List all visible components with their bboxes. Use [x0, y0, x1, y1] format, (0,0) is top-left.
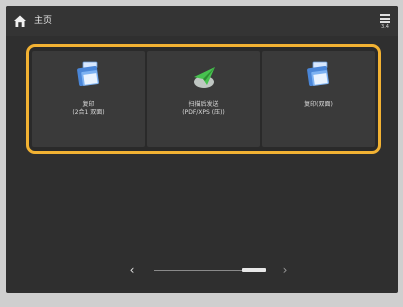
tile-label: 复印(双面): [304, 101, 333, 108]
chevron-right-icon[interactable]: ›: [279, 263, 291, 277]
copy-icon: [306, 61, 329, 87]
touch-screen: 主页 3.4 复印 (2合1 双面) 扫描后发送 (PDF/XPS (压)) 复…: [6, 6, 398, 293]
menu-button[interactable]: 3.4: [378, 12, 392, 32]
copy-icon: [76, 61, 99, 87]
shortcut-tiles: 复印 (2合1 双面) 扫描后发送 (PDF/XPS (压)) 复印(双面): [32, 51, 375, 147]
tile-copy-duplex[interactable]: 复印(双面): [262, 51, 375, 147]
menu-label: 3.4: [381, 24, 389, 30]
chevron-left-icon[interactable]: ‹: [126, 263, 138, 277]
top-bar: 主页 3.4: [6, 6, 398, 36]
tile-label: 复印 (2合1 双面): [72, 101, 105, 116]
tile-copy-2in1-duplex[interactable]: 复印 (2合1 双面): [32, 51, 145, 147]
tile-scan-send[interactable]: 扫描后发送 (PDF/XPS (压)): [147, 51, 260, 147]
device-bezel: 主页 3.4 复印 (2合1 双面) 扫描后发送 (PDF/XPS (压)) 复…: [0, 0, 403, 307]
tile-label: 扫描后发送 (PDF/XPS (压)): [182, 101, 225, 116]
scan-send-icon: [193, 67, 215, 88]
page-thumb[interactable]: [242, 268, 266, 272]
page-title: 主页: [34, 16, 53, 26]
home-icon[interactable]: [13, 14, 27, 28]
menu-icon: [380, 14, 390, 23]
page-indicator: ‹ ›: [126, 263, 291, 277]
